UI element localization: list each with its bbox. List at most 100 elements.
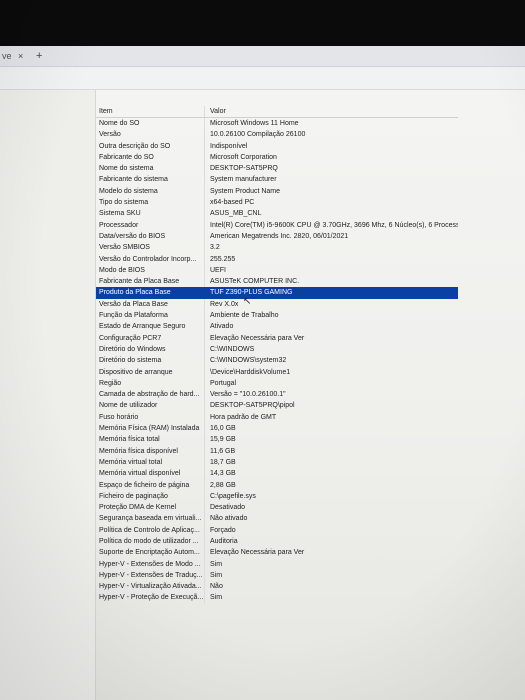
row-item-label: Modelo do sistema bbox=[99, 187, 158, 195]
row-value: Sim bbox=[204, 569, 458, 582]
row-item-label: Hyper-V - Proteção de Execuçã... bbox=[99, 594, 204, 602]
row-item-label: Processador bbox=[99, 221, 139, 229]
table-row[interactable]: Memória física disponível 11,6 GB bbox=[96, 445, 458, 457]
browser-tab-strip: ve × + bbox=[0, 46, 525, 67]
row-item-label: Suporte de Encriptação Autom... bbox=[99, 549, 200, 557]
table-row[interactable]: Ficheiro de paginação C:\pagefile.sys bbox=[96, 490, 458, 503]
row-value: 11,6 GB bbox=[204, 445, 458, 457]
table-row[interactable]: Memória virtual total 18,7 GB bbox=[96, 456, 458, 469]
table-row[interactable]: Nome do SO Microsoft Windows 11 Home bbox=[96, 118, 458, 130]
row-value: C:\WINDOWS\system32 bbox=[204, 355, 458, 367]
column-header-value[interactable]: Valor bbox=[204, 106, 458, 117]
row-item-label: Memória virtual disponível bbox=[99, 470, 181, 478]
table-row[interactable]: Sistema SKU ASUS_MB_CNL bbox=[96, 208, 458, 220]
table-row[interactable]: Tipo do sistema x64-based PC bbox=[96, 197, 458, 209]
table-row[interactable]: Camada de abstração de hard... Versão = "… bbox=[96, 389, 458, 401]
column-header-item[interactable]: Item bbox=[96, 106, 204, 117]
row-item-label: Memória física disponível bbox=[99, 447, 178, 455]
row-item-label: Versão do Controlador Incorp... bbox=[99, 255, 197, 263]
row-item-label: Hyper-V - Extensões de Traduç... bbox=[99, 571, 203, 579]
table-row[interactable]: Política de Controlo de Aplicaç... Forçad… bbox=[96, 524, 458, 536]
row-item-label: Diretório do Windows bbox=[99, 345, 166, 353]
table-row[interactable]: Função da Plataforma Ambiente de Trabalho bbox=[96, 310, 458, 322]
table-row[interactable]: Outra descrição do SO Indisponível bbox=[96, 140, 458, 152]
new-tab-icon[interactable]: + bbox=[36, 46, 42, 66]
row-item-label: Camada de abstração de hard... bbox=[99, 391, 200, 399]
table-row[interactable]: Memória física total 15,9 GB bbox=[96, 434, 458, 446]
row-item-label: Tipo do sistema bbox=[99, 199, 149, 207]
row-value: x64-based PC bbox=[204, 197, 458, 209]
table-row[interactable]: Versão da Placa Base Rev X.0x bbox=[96, 298, 458, 311]
row-item-label: Nome do SO bbox=[99, 120, 140, 127]
row-item-label: Configuração PCR7 bbox=[99, 334, 162, 342]
row-value: Desativado bbox=[204, 502, 458, 514]
row-item-label: Sistema SKU bbox=[99, 210, 141, 218]
table-row[interactable]: Nome do sistema DESKTOP-SAT5PRQ bbox=[96, 163, 458, 175]
row-item-label: Política do modo de utilizador ... bbox=[99, 537, 199, 545]
row-item-label: Espaço de ficheiro de página bbox=[99, 481, 190, 489]
table-row[interactable]: Hyper-V - Proteção de Execuçã... Sim bbox=[96, 592, 458, 604]
table-row[interactable]: Política do modo de utilizador ... Audito… bbox=[96, 535, 458, 548]
table-row[interactable]: Estado de Arranque Seguro Ativado bbox=[96, 321, 458, 333]
table-row[interactable]: Hyper-V - Extensões de Traduç... Sim bbox=[96, 569, 458, 582]
row-item-label: Segurança baseada em virtuali... bbox=[99, 515, 202, 523]
row-item-label: Dispositivo de arranque bbox=[99, 368, 173, 376]
table-row[interactable]: Configuração PCR7 Elevação Necessária par… bbox=[96, 332, 458, 344]
row-value: 15,9 GB bbox=[204, 434, 458, 446]
row-value: ASUS_MB_CNL bbox=[204, 208, 458, 220]
row-item-label: Função da Plataforma bbox=[99, 312, 168, 320]
row-value: Forçado bbox=[204, 524, 458, 536]
row-item-label: Outra descrição do SO bbox=[99, 142, 171, 150]
row-value: Sim bbox=[204, 558, 458, 570]
row-item-label: Política de Controlo de Aplicaç... bbox=[99, 526, 200, 534]
row-item-label: Fabricante do SO bbox=[99, 153, 154, 161]
row-value: Intel(R) Core(TM) i5-9600K CPU @ 3.70GHz… bbox=[204, 219, 458, 231]
row-value: American Megatrends Inc. 2820, 06/01/202… bbox=[204, 230, 458, 243]
row-item-label: Região bbox=[99, 379, 122, 387]
table-row[interactable]: Dispositivo de arranque \Device\HarddiskV… bbox=[96, 366, 458, 378]
table-row[interactable]: Fabricante do SO Microsoft Corporation bbox=[96, 151, 458, 164]
table-row[interactable]: Modelo do sistema System Product Name bbox=[96, 185, 458, 198]
table-row[interactable]: Versão 10.0.26100 Compilação 26100 bbox=[96, 129, 458, 141]
table-row[interactable]: Versão do Controlador Incorp... 255.255 bbox=[96, 253, 458, 265]
table-row[interactable]: Produto da Placa Base TUF Z390-PLUS GAMIN… bbox=[96, 287, 458, 299]
row-item-label: Fabricante do sistema bbox=[99, 176, 168, 184]
table-row[interactable]: Diretório do sistema C:\WINDOWS\system32 bbox=[96, 355, 458, 367]
table-row[interactable]: Região Portugal bbox=[96, 377, 458, 390]
row-value: System Product Name bbox=[204, 185, 458, 198]
row-value: Sim bbox=[204, 592, 458, 604]
table-row[interactable]: Fabricante do sistema System manufacturer bbox=[96, 174, 458, 186]
table-header: Item Valor bbox=[96, 106, 458, 118]
table-row[interactable]: Diretório do Windows C:\WINDOWS bbox=[96, 343, 458, 356]
table-row[interactable]: Fabricante da Placa Base ASUSTeK COMPUTER… bbox=[96, 276, 458, 288]
table-row[interactable]: Nome de utilizador DESKTOP-SAT5PRQ\pipol bbox=[96, 400, 458, 412]
table-row[interactable]: Fuso horário Hora padrão de GMT bbox=[96, 411, 458, 424]
row-value: DESKTOP-SAT5PRQ\pipol bbox=[204, 400, 458, 412]
row-item-label: Data/versão do BIOS bbox=[99, 232, 166, 240]
table-row[interactable]: Suporte de Encriptação Autom... Elevação … bbox=[96, 547, 458, 559]
row-item-label: Versão da Placa Base bbox=[99, 300, 168, 308]
category-tree-pane[interactable] bbox=[0, 90, 96, 700]
table-row[interactable]: Memória Física (RAM) Instalada 16,0 GB bbox=[96, 423, 458, 435]
close-tab-icon[interactable]: × bbox=[18, 46, 23, 66]
row-value: C:\pagefile.sys bbox=[204, 490, 458, 503]
table-row[interactable]: Espaço de ficheiro de página 2,88 GB bbox=[96, 479, 458, 491]
table-row[interactable]: Hyper-V - Extensões de Modo ... Sim bbox=[96, 558, 458, 570]
row-item-label: Produto da Placa Base bbox=[99, 289, 171, 297]
table-row[interactable]: Versão SMBIOS 3.2 bbox=[96, 242, 458, 254]
table-row[interactable]: Processador Intel(R) Core(TM) i5-9600K CP… bbox=[96, 219, 458, 231]
table-row[interactable]: Hyper-V - Virtualização Ativada... Não bbox=[96, 581, 458, 593]
table-row[interactable]: Modo de BIOS UEFI bbox=[96, 264, 458, 277]
row-value: 14,3 GB bbox=[204, 468, 458, 480]
browser-tab-fragment[interactable]: ve bbox=[0, 46, 16, 66]
row-value: 10.0.26100 Compilação 26100 bbox=[204, 129, 458, 141]
row-item-label: Versão bbox=[99, 131, 121, 139]
row-item-label: Modo de BIOS bbox=[99, 266, 145, 274]
table-row[interactable]: Segurança baseada em virtuali... Não ativ… bbox=[96, 513, 458, 525]
system-summary-table: Item Valor Nome do SO Microsoft Windows 1… bbox=[96, 106, 458, 604]
row-item-label: Fabricante da Placa Base bbox=[99, 278, 180, 286]
table-row[interactable]: Memória virtual disponível 14,3 GB bbox=[96, 468, 458, 480]
table-row[interactable]: Proteção DMA de Kernel Desativado bbox=[96, 502, 458, 514]
table-row[interactable]: Data/versão do BIOS American Megatrends I… bbox=[96, 230, 458, 243]
row-item-label: Nome do sistema bbox=[99, 165, 154, 173]
